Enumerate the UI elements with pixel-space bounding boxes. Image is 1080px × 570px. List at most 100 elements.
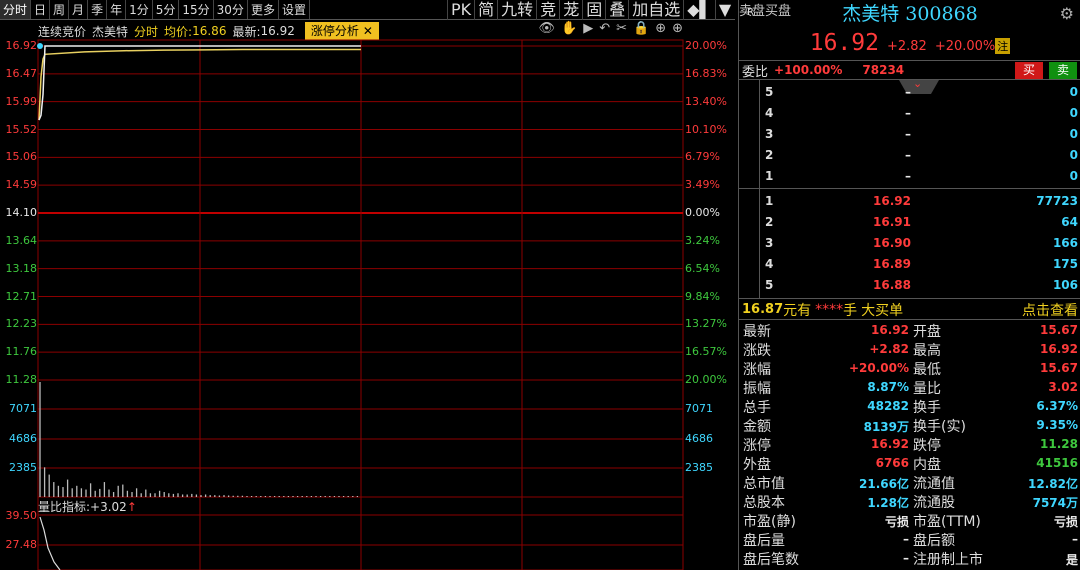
price-axis-right-2: 13.40% [685,94,727,108]
buys-row-4[interactable]: 4 16.89 175 [739,254,1080,275]
sell-button[interactable]: 卖 [1049,62,1077,79]
buys-level: 4 [765,257,774,271]
buys-volume: 166 [1052,236,1078,250]
sells-volume: 0 [1069,85,1078,99]
sells-row-5[interactable]: 5 – 0 [739,82,1080,103]
stat-key: 外盘 [743,457,771,473]
stat-key: 市盈(静) [743,514,796,530]
price-axis-left-6: 14.10 [5,206,38,219]
price-axis-right-3: 10.10% [685,122,727,136]
big-buy-text: 大买单 [861,302,904,319]
stat-value: 16.92 [871,437,909,451]
stat-key: 注册制上市 [913,552,983,568]
sells-row-2[interactable]: 2 – 0 [739,145,1080,166]
stat-row-7: 外盘 6766 内盘 41516 [739,454,1080,473]
book-divider [739,188,1080,189]
order-ratio-pct: +100.00% [774,63,843,77]
price-axis-right-9: 9.84% [685,289,720,303]
price-axis-right-12: 20.00% [685,373,727,386]
sells-row-4[interactable]: 4 – 0 [739,103,1080,124]
ratio-axis-1: 27.48 [5,538,38,551]
stat-row-12: 盘后笔数 – 注册制上市 是 [739,549,1080,568]
stat-key: 金额 [743,419,771,435]
stat-row-8: 总市值 21.66亿 流通值 12.82亿 [739,473,1080,492]
quote-panel: R 杰美特 300868 ⚙ 16.92 +2.82 +20.00% 注 委比 +… [738,0,1080,570]
price-axis-left-7: 13.64 [5,233,38,247]
stat-key: 最新 [743,324,771,340]
buys-level: 2 [765,215,774,229]
sells-level: 5 [765,85,774,99]
stat-value: – [903,532,909,546]
buys-row-3[interactable]: 3 16.90 166 [739,233,1080,254]
order-ratio-label: 委比 [742,64,769,80]
stat-row-6: 涨停 16.92 跌停 11.28 [739,435,1080,454]
stat-value: 9.35% [1036,418,1078,432]
sells-level: 2 [765,148,774,162]
buys-row-2[interactable]: 2 16.91 64 [739,212,1080,233]
stat-key: 涨停 [743,438,771,454]
sells-price: – [905,148,911,162]
volume-axis-right-0: 7071 [685,402,713,415]
volume-axis-left-2: 2385 [9,461,37,474]
price-axis-left-1: 16.47 [5,66,38,80]
stat-value: 3.02 [1048,380,1078,394]
stat-row-2: 涨幅 +20.00% 最低 15.67 [739,359,1080,378]
price-axis-right-0: 20.00% [685,39,727,52]
stat-row-3: 振幅 8.87% 量比 3.02 [739,378,1080,397]
stat-value: 41516 [1036,456,1078,470]
price-axis-left-8: 13.18 [5,261,38,275]
price-axis-left-0: 16.92 [5,39,38,52]
buys-price: 16.90 [873,236,911,250]
buys-row-1[interactable]: 1 16.92 77723 [739,191,1080,212]
sell-side-separator [759,80,760,188]
stat-value: 1.28亿 [867,496,909,510]
stat-value: +2.82 [869,342,909,356]
stat-value: 8.87% [867,380,909,394]
price-pct: +20.00% [934,39,996,54]
sells-volume: 0 [1069,148,1078,162]
stat-key: 量比 [913,381,941,397]
stat-value: 6.37% [1036,399,1078,413]
intraday-chart[interactable] [0,0,738,570]
stat-key: 换手 [913,400,941,416]
stat-key: 最高 [913,343,941,359]
stat-value: 亏损 [884,515,909,529]
stat-key: 盘后量 [743,533,785,549]
stat-value: – [903,551,909,565]
big-buy-hand: 手 [843,302,858,319]
price-axis-right-4: 6.79% [685,150,720,164]
view-big-order-link[interactable]: 点击查看 [1022,300,1078,320]
buys-level: 1 [765,194,774,208]
ratio-arrow-icon: ↑ [126,500,137,514]
stat-value: 是 [1065,553,1078,567]
buys-volume: 106 [1052,278,1078,292]
stat-key: 振幅 [743,381,771,397]
sells-row-3[interactable]: 3 – 0 [739,124,1080,145]
stat-value: 12.82亿 [1028,477,1078,491]
stat-key: 最低 [913,362,941,378]
volume-axis-left-1: 4686 [9,432,37,445]
price-axis-right-1: 16.83% [685,66,727,80]
buys-price: 16.88 [873,278,911,292]
price-row: 16.92 +2.82 +20.00% 注 [739,30,1080,58]
buys-volume: 77723 [1036,194,1078,208]
sells-level: 3 [765,127,774,141]
stat-row-5: 金额 8139万 换手(实) 9.35% [739,416,1080,435]
volume-ratio-line [39,516,61,570]
gear-icon[interactable]: ⚙ [1060,4,1074,23]
order-ratio-value: 78234 [862,63,905,77]
buys-price: 16.91 [873,215,911,229]
buys-volume: 175 [1052,257,1078,271]
stat-key: 换手(实) [913,419,966,435]
big-buy-price: 16.87 [742,302,784,317]
stat-key: 盘后额 [913,533,955,549]
stat-key: 总市值 [743,476,785,492]
buys-price: 16.92 [873,194,911,208]
price-axis-left-5: 14.59 [5,178,38,192]
stat-value: 6766 [875,456,909,470]
sells-row-1[interactable]: 1 – 0 [739,166,1080,187]
stat-key: 流通值 [913,476,955,492]
buy-button[interactable]: 买 [1015,62,1043,79]
buys-row-5[interactable]: 5 16.88 106 [739,275,1080,296]
stat-key: 流通股 [913,495,955,511]
